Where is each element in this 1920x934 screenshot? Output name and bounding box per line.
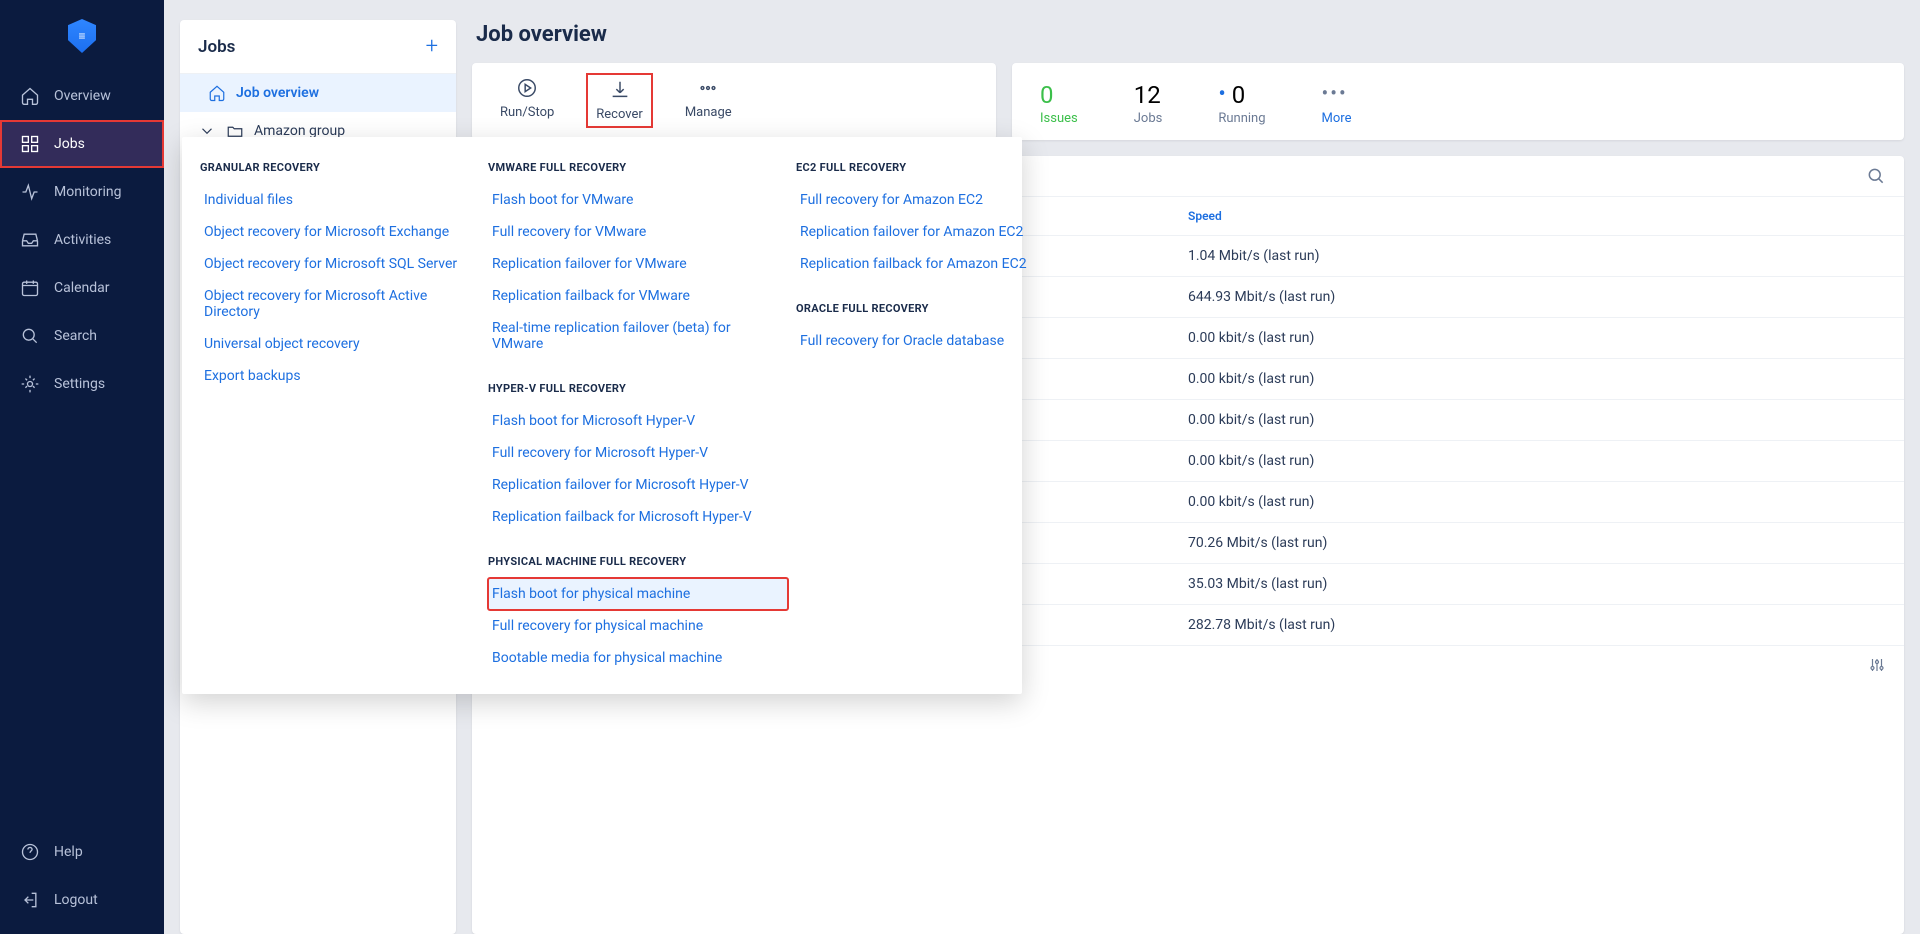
menu-item[interactable]: Full recovery for Oracle database (796, 325, 1036, 357)
menu-heading: GRANULAR RECOVERY (200, 161, 480, 174)
menu-heading: ORACLE FULL RECOVERY (796, 302, 1036, 315)
main-area: Jobs + Job overviewAmazon group Job over… (164, 0, 1920, 934)
manage-button[interactable]: Manage (685, 77, 732, 124)
logout-icon (20, 890, 40, 910)
nav-monitoring[interactable]: Monitoring (0, 168, 164, 216)
nav-calendar[interactable]: Calendar (0, 264, 164, 312)
nav-jobs[interactable]: Jobs (0, 120, 164, 168)
menu-item[interactable]: Full recovery for physical machine (488, 610, 788, 642)
toolbar-card: Run/Stop Recover Manage GRANULAR RECOVER… (472, 63, 996, 140)
menu-item[interactable]: Universal object recovery (200, 328, 480, 360)
menu-item[interactable]: Replication failback for Amazon EC2 (796, 248, 1036, 280)
nav-overview[interactable]: Overview (0, 72, 164, 120)
shield-icon: ≡ (68, 19, 96, 53)
menu-item[interactable]: Real-time replication failover (beta) fo… (488, 312, 788, 360)
menu-item[interactable]: Replication failback for Microsoft Hyper… (488, 501, 788, 533)
nav-search[interactable]: Search (0, 312, 164, 360)
home-icon (208, 84, 226, 102)
col-speed[interactable]: Speed (1188, 209, 1880, 223)
menu-item[interactable]: Bootable media for physical machine (488, 642, 788, 674)
dots-icon: ••• (1322, 81, 1352, 105)
menu-item[interactable]: Flash boot for Microsoft Hyper-V (488, 405, 788, 437)
menu-item[interactable]: Flash boot for VMware (488, 184, 788, 216)
sliders-icon[interactable] (1868, 656, 1886, 674)
menu-item[interactable]: Individual files (200, 184, 480, 216)
activity-icon (20, 182, 40, 202)
jobs-panel-title: Jobs (198, 37, 235, 57)
recover-button[interactable]: Recover (590, 77, 649, 124)
logo: ≡ (0, 0, 164, 72)
stat-running[interactable]: 0 Running (1218, 81, 1265, 126)
tree-job-overview[interactable]: Job overview (180, 74, 456, 112)
menu-item[interactable]: Replication failback for VMware (488, 280, 788, 312)
menu-item[interactable]: Full recovery for Amazon EC2 (796, 184, 1036, 216)
play-icon (516, 77, 538, 99)
menu-item[interactable]: Flash boot for physical machine (488, 578, 788, 610)
run-stop-button[interactable]: Run/Stop (500, 77, 554, 124)
dots-icon (697, 77, 719, 99)
menu-heading: HYPER-V FULL RECOVERY (488, 382, 788, 395)
calendar-icon (20, 278, 40, 298)
gear-icon (20, 374, 40, 394)
nav-settings[interactable]: Settings (0, 360, 164, 408)
menu-item[interactable]: Full recovery for Microsoft Hyper-V (488, 437, 788, 469)
nav-logout[interactable]: Logout (0, 876, 164, 924)
nav-activities[interactable]: Activities (0, 216, 164, 264)
menu-item[interactable]: Replication failover for VMware (488, 248, 788, 280)
nav-help[interactable]: Help (0, 828, 164, 876)
stat-more[interactable]: ••• More (1322, 81, 1352, 126)
inbox-icon (20, 230, 40, 250)
search-icon[interactable] (1866, 166, 1886, 186)
menu-item[interactable]: Replication failover for Amazon EC2 (796, 216, 1036, 248)
menu-heading: EC2 FULL RECOVERY (796, 161, 1036, 174)
menu-heading: VMWARE FULL RECOVERY (488, 161, 788, 174)
menu-item[interactable]: Replication failover for Microsoft Hyper… (488, 469, 788, 501)
page-title: Job overview (472, 20, 1904, 47)
recover-menu: GRANULAR RECOVERYIndividual filesObject … (182, 137, 1022, 694)
menu-heading: PHYSICAL MACHINE FULL RECOVERY (488, 555, 788, 568)
left-nav: ≡ OverviewJobsMonitoringActivitiesCalend… (0, 0, 164, 934)
help-icon (20, 842, 40, 862)
search-icon (20, 326, 40, 346)
stat-jobs[interactable]: 12 Jobs (1134, 81, 1163, 126)
menu-item[interactable]: Object recovery for Microsoft Active Dir… (200, 280, 480, 328)
grid-icon (20, 134, 40, 154)
menu-item[interactable]: Full recovery for VMware (488, 216, 788, 248)
add-job-button[interactable]: + (426, 34, 438, 59)
stats-card: 0 Issues 12 Jobs 0 Running ••• More (1012, 63, 1904, 140)
menu-item[interactable]: Object recovery for Microsoft SQL Server (200, 248, 480, 280)
menu-item[interactable]: Object recovery for Microsoft Exchange (200, 216, 480, 248)
stat-issues[interactable]: 0 Issues (1040, 81, 1078, 126)
download-icon (609, 79, 631, 101)
home-icon (20, 86, 40, 106)
menu-item[interactable]: Export backups (200, 360, 480, 392)
